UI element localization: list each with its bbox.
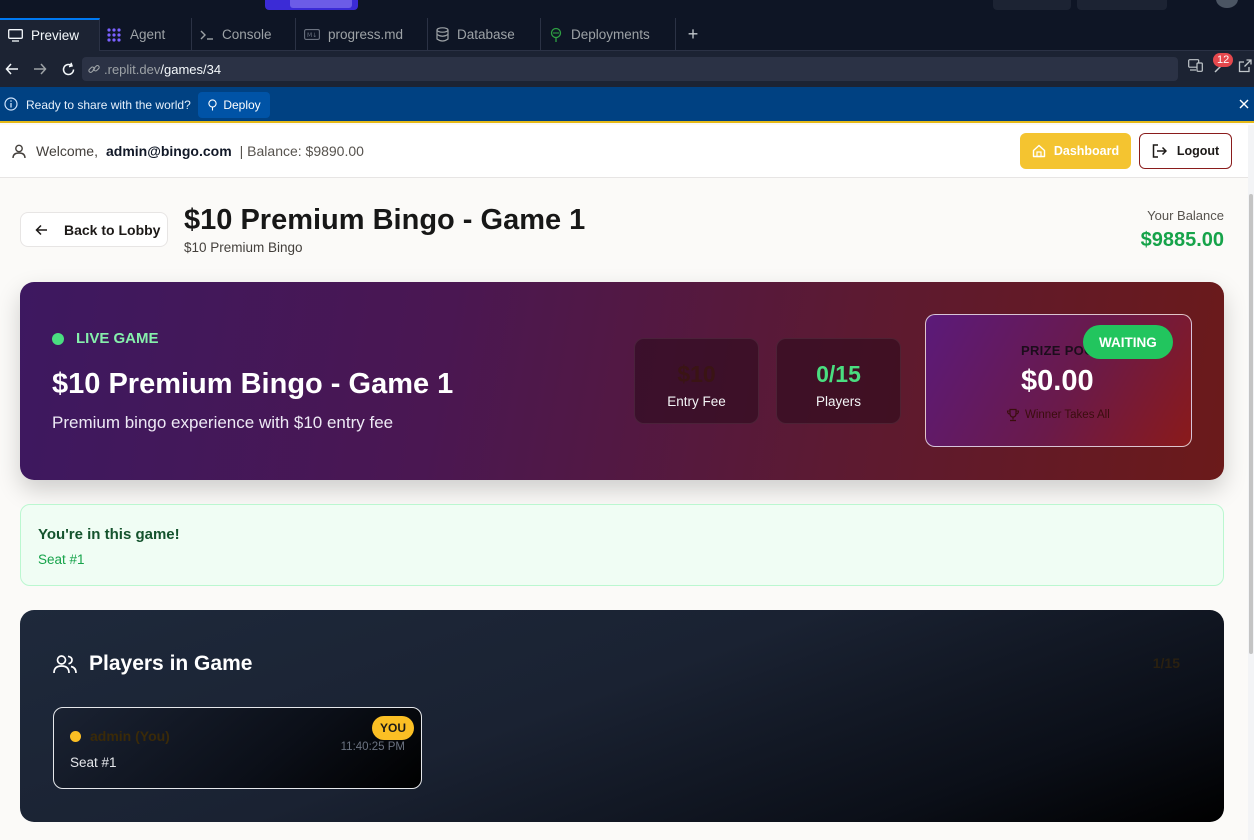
notification-badge: 12 [1213, 53, 1234, 67]
player-card[interactable]: admin (You) Seat #1 YOU 11:40:25 PM [53, 707, 422, 789]
status-badge: WAITING [1083, 325, 1173, 359]
game-hero-card: LIVE GAME $10 Premium Bingo - Game 1 Pre… [20, 282, 1224, 480]
welcome-text: Welcome, [36, 143, 98, 159]
url-path: /games/34 [160, 61, 222, 77]
back-label: Back to Lobby [64, 221, 161, 238]
prize-pool-card: PRIZE POOL $0.00 Winner Takes All WAITIN… [925, 314, 1192, 447]
players-heading: Players in Game [53, 652, 252, 676]
invite-pill[interactable] [1077, 0, 1167, 10]
ide-top-strip [0, 0, 1254, 18]
game-title: $10 Premium Bingo - Game 1 [52, 368, 454, 400]
prize-subtitle: Winner Takes All [1006, 408, 1110, 422]
you-badge: YOU [372, 716, 415, 740]
page-subtitle: $10 Premium Bingo [184, 240, 303, 255]
live-label: LIVE GAME [76, 330, 159, 347]
deploy-banner: Ready to share with the world? Deploy [0, 87, 1254, 123]
player-status-dot [70, 731, 81, 742]
player-seat: Seat #1 [70, 755, 117, 770]
dashboard-button[interactable]: Dashboard [1020, 133, 1131, 169]
deploy-button-label: Deploy [223, 98, 261, 112]
entry-fee-label: Entry Fee [667, 394, 726, 409]
tab-agent[interactable]: Agent [100, 18, 192, 51]
deploy-icon [208, 99, 217, 111]
add-tab-button[interactable]: + [684, 18, 702, 51]
players-count: 1/15 [1152, 655, 1180, 671]
deploy-message: Ready to share with the world? [26, 98, 191, 112]
user-icon [12, 144, 26, 158]
welcome-line: Welcome, admin@bingo.com | Balance: $989… [12, 143, 364, 159]
arrow-left-icon [35, 224, 47, 235]
close-icon[interactable] [1238, 98, 1250, 110]
trophy-icon [1006, 408, 1020, 422]
devices-icon[interactable] [1188, 59, 1203, 72]
tab-preview[interactable]: Preview [0, 18, 100, 51]
players-card: 0/15 Players [776, 338, 901, 424]
info-icon [4, 97, 18, 111]
player-name: admin (You) [90, 728, 170, 744]
terminal-icon [200, 30, 213, 40]
tab-label: Console [222, 27, 272, 42]
logout-label: Logout [1176, 144, 1220, 158]
tab-label: Database [457, 27, 515, 42]
user-email: admin@bingo.com [105, 143, 232, 159]
players-panel: Players in Game 1/15 admin (You) Seat #1… [20, 610, 1224, 822]
deploy-button[interactable]: Deploy [198, 92, 270, 118]
live-dot [52, 332, 64, 345]
reload-icon[interactable] [59, 60, 77, 78]
users-icon [53, 655, 77, 674]
url-host: .replit.dev [104, 61, 161, 77]
account-avatar[interactable] [1216, 0, 1238, 8]
ide-tab-bar: Preview Agent Console M↓ progress.md Dat… [0, 18, 1254, 51]
tab-progress-md[interactable]: M↓ progress.md [296, 18, 428, 51]
app-header: Welcome, admin@bingo.com | Balance: $989… [0, 125, 1254, 178]
entry-fee-value: $10 [677, 361, 716, 387]
joined-title: You're in this game! [38, 526, 180, 543]
tab-label: Preview [31, 28, 80, 43]
logout-icon [1152, 144, 1167, 158]
dashboard-label: Dashboard [1053, 144, 1120, 158]
forward-arrow-icon[interactable] [31, 60, 49, 78]
tab-deployments[interactable]: Deployments [541, 18, 676, 51]
header-balance: | Balance: $9890.00 [239, 143, 364, 159]
url-bar: .replit.dev/games/34 [0, 51, 1254, 87]
tab-label: Agent [130, 27, 166, 42]
deploy-icon [550, 27, 562, 42]
run-button[interactable] [265, 0, 358, 10]
search-pill[interactable] [993, 0, 1071, 10]
back-arrow-icon[interactable] [3, 60, 21, 78]
tab-console[interactable]: Console [192, 18, 296, 51]
link-icon [88, 65, 100, 73]
players-heading-text: Players in Game [89, 652, 253, 675]
tab-label: Deployments [571, 27, 650, 42]
url-input[interactable]: .replit.dev/games/34 [82, 57, 1178, 81]
your-balance-label: Your Balance [1147, 208, 1224, 223]
prize-subtitle-text: Winner Takes All [1025, 409, 1110, 421]
external-link-icon[interactable] [1238, 59, 1252, 73]
database-icon [436, 27, 449, 42]
prize-pool-value: $0.00 [1021, 365, 1094, 397]
game-description: Premium bingo experience with $10 entry … [52, 413, 394, 432]
logout-button[interactable]: Logout [1139, 133, 1232, 169]
markdown-icon: M↓ [304, 29, 320, 40]
player-join-time: 11:40:25 PM [340, 741, 405, 753]
joined-seat: Seat #1 [38, 552, 85, 567]
tab-label: progress.md [328, 27, 404, 42]
live-indicator: LIVE GAME [52, 330, 159, 347]
monitor-icon [8, 29, 23, 42]
players-label: Players [815, 394, 861, 409]
back-to-lobby-button[interactable]: Back to Lobby [20, 212, 168, 247]
tab-database[interactable]: Database [428, 18, 541, 51]
scrollbar-thumb[interactable] [1249, 194, 1253, 654]
joined-notice: You're in this game! Seat #1 [20, 504, 1224, 586]
page-title: $10 Premium Bingo - Game 1 [184, 204, 586, 236]
entry-fee-card: $10 Entry Fee [634, 338, 759, 424]
svg-text:M↓: M↓ [307, 32, 317, 39]
home-icon [1032, 144, 1046, 158]
players-value: 0/15 [816, 361, 861, 387]
agent-icon [107, 27, 121, 42]
your-balance-value: $9885.00 [1140, 229, 1224, 251]
